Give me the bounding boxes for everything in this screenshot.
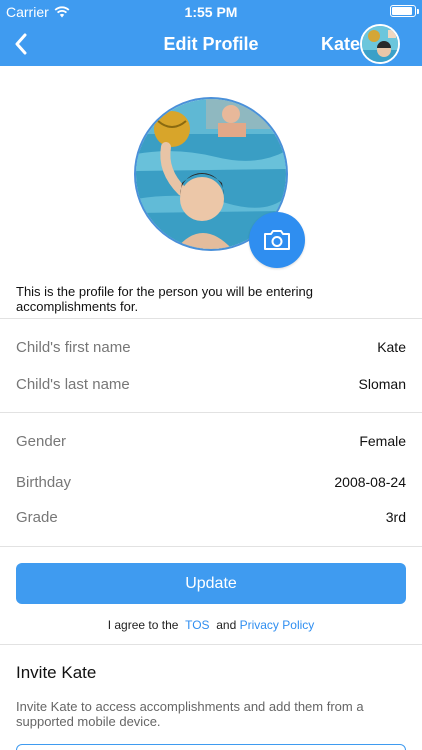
profile-description: This is the profile for the person you w… — [16, 284, 313, 314]
field-label: Birthday — [16, 474, 72, 491]
nav-avatar[interactable] — [360, 24, 400, 64]
field-label: Gender — [16, 433, 67, 450]
invite-description: Invite Kate to access accomplishments an… — [16, 699, 364, 729]
gender-value[interactable]: Female — [359, 433, 406, 449]
camera-icon — [264, 230, 290, 250]
invite-title: Invite Kate — [16, 663, 97, 682]
field-label: Child's last name — [16, 376, 130, 393]
clock: 1:55 PM — [184, 4, 238, 20]
battery-level — [392, 7, 412, 15]
nav-user-name[interactable]: Kate — [321, 34, 360, 55]
grade-value[interactable]: 3rd — [386, 509, 406, 525]
invite-button[interactable] — [16, 744, 406, 750]
first-name-row[interactable]: Child's first name Kate — [16, 337, 406, 359]
first-name-value[interactable]: Kate — [377, 339, 406, 355]
field-label: Child's first name — [16, 339, 131, 356]
divider — [0, 644, 422, 645]
agree-and: and — [216, 618, 237, 632]
birthday-row[interactable]: Birthday 2008-08-24 — [16, 472, 406, 494]
grade-row[interactable]: Grade 3rd — [16, 507, 406, 529]
gender-row[interactable]: Gender Female — [16, 431, 406, 453]
battery-icon — [390, 5, 419, 17]
tos-link[interactable]: TOS — [185, 618, 209, 632]
privacy-policy-link[interactable]: Privacy Policy — [240, 618, 315, 632]
divider — [0, 546, 422, 547]
update-button[interactable]: Update — [16, 563, 406, 604]
terms-agreement: I agree to the TOS and Privacy Policy — [0, 618, 422, 632]
last-name-value[interactable]: Sloman — [359, 376, 406, 392]
birthday-value[interactable]: 2008-08-24 — [334, 474, 406, 490]
agree-prefix: I agree to the — [107, 618, 179, 632]
change-photo-button[interactable] — [249, 212, 305, 268]
divider — [0, 318, 422, 319]
field-label: Grade — [16, 509, 58, 526]
nav-bar: Edit Profile Kate — [0, 22, 422, 66]
divider — [0, 412, 422, 413]
avatar-thumb-image — [362, 26, 398, 62]
status-bar: Carrier 1:55 PM — [0, 0, 422, 22]
last-name-row[interactable]: Child's last name Sloman — [16, 374, 406, 396]
profile-photo-area — [134, 97, 305, 268]
